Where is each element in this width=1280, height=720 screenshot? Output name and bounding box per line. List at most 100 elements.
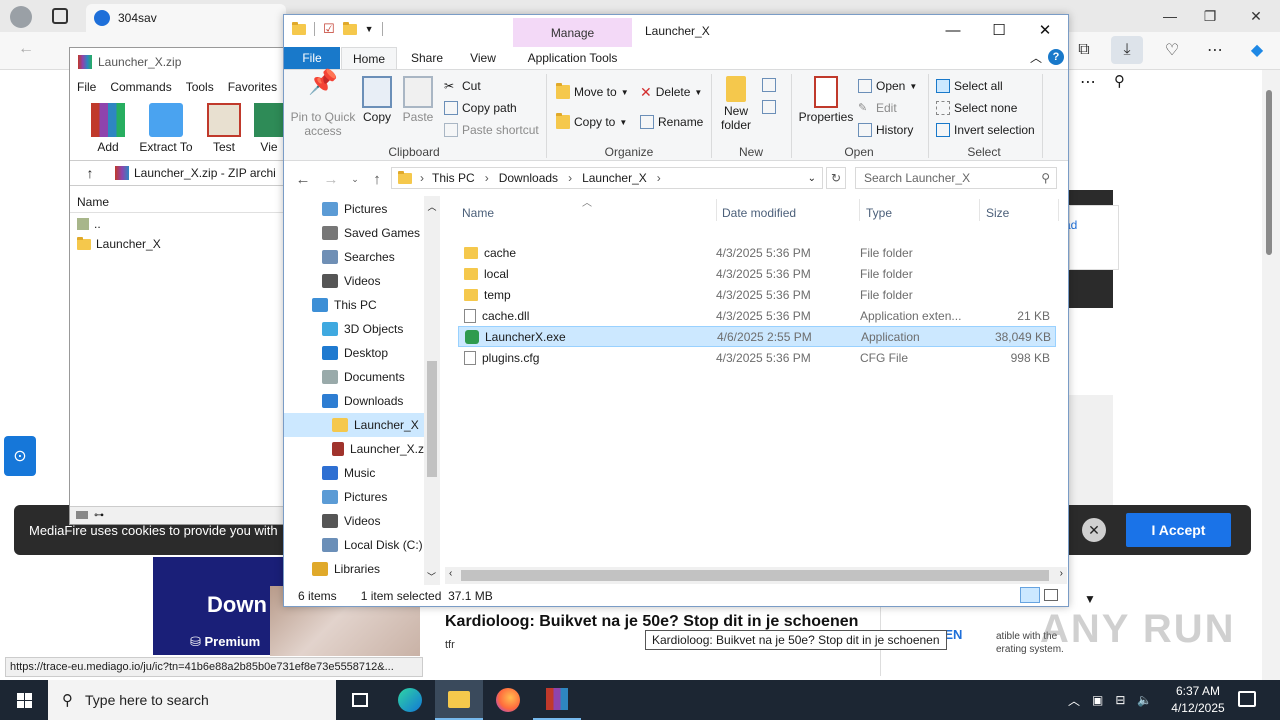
nav-item[interactable]: Launcher_X xyxy=(284,413,424,437)
feedback-button[interactable]: ⊙ xyxy=(4,436,36,476)
back-icon[interactable]: ← xyxy=(18,40,34,58)
address-bar[interactable]: › This PC › Downloads › Launcher_X › ⌄ xyxy=(391,167,823,189)
nav-item[interactable]: Music xyxy=(284,461,424,485)
volume-icon[interactable]: 🔈 xyxy=(1137,693,1152,707)
move-to-button[interactable]: Move to ▼ xyxy=(556,82,629,102)
winrar-menu-file[interactable]: File xyxy=(77,80,96,94)
maximize-button[interactable]: ☐ xyxy=(976,15,1022,45)
downloads-panel-pin-icon[interactable]: ⚲ xyxy=(1114,72,1125,90)
winrar-extract-button[interactable]: Extract To xyxy=(138,103,194,154)
nav-item[interactable]: Desktop xyxy=(284,341,424,365)
table-row[interactable]: temp 4/3/2025 5:36 PM File folder xyxy=(458,284,1056,305)
winrar-add-button[interactable]: Add xyxy=(86,103,130,154)
rename-button[interactable]: Rename xyxy=(640,112,703,132)
pin-to-quick-access-button[interactable]: 📌 Pin to Quick access xyxy=(290,71,356,139)
taskbar-search-input[interactable]: ⚲ Type here to search xyxy=(48,680,336,720)
tab-file[interactable]: File xyxy=(284,47,340,69)
winrar-column-name[interactable]: Name xyxy=(70,191,284,213)
invert-selection-button[interactable]: Invert selection xyxy=(936,120,1035,140)
start-button[interactable] xyxy=(0,680,48,720)
list-item[interactable]: Launcher_X xyxy=(77,234,161,254)
tab-home[interactable]: Home xyxy=(341,47,397,69)
nav-item[interactable]: 3D Objects xyxy=(284,317,424,341)
nav-item[interactable]: Libraries xyxy=(284,557,424,581)
select-none-button[interactable]: Select none xyxy=(936,98,1017,118)
paste-shortcut-button[interactable]: Paste shortcut xyxy=(444,120,539,140)
edit-button[interactable]: ✎ Edit xyxy=(858,98,897,118)
notifications-icon[interactable] xyxy=(1238,691,1256,707)
copilot-icon[interactable]: ◆ xyxy=(1241,36,1273,64)
network-icon[interactable]: ⊟ xyxy=(1115,693,1125,707)
column-header-name[interactable]: Name xyxy=(462,201,712,225)
browser-minimize-button[interactable]: — xyxy=(1150,4,1190,28)
new-folder-button[interactable]: New folder xyxy=(716,76,756,132)
winrar-menu-tools[interactable]: Tools xyxy=(186,80,214,94)
nav-item[interactable]: Videos xyxy=(284,509,424,533)
horizontal-scrollbar-thumb[interactable] xyxy=(461,570,1049,581)
nav-item[interactable]: Saved Games xyxy=(284,221,424,245)
page-scrollbar-thumb[interactable] xyxy=(1266,90,1272,255)
new-folder-icon[interactable] xyxy=(342,21,357,35)
winrar-test-button[interactable]: Test xyxy=(202,103,246,154)
open-button[interactable]: Open ▼ xyxy=(858,76,917,96)
close-button[interactable]: ✕ xyxy=(1022,15,1068,45)
table-row[interactable]: cache.dll 4/3/2025 5:36 PM Application ext… xyxy=(458,305,1056,326)
browser-tab[interactable]: 304sav xyxy=(86,4,286,32)
scroll-left-icon[interactable]: ‹ xyxy=(449,568,452,579)
copy-to-button[interactable]: Copy to ▼ xyxy=(556,112,627,132)
performance-icon[interactable]: ♡ xyxy=(1156,36,1188,64)
properties-check-icon[interactable]: ☑ xyxy=(323,21,335,37)
downloads-icon[interactable]: ⤓ xyxy=(1111,36,1143,64)
winrar-view-button[interactable]: Vie xyxy=(254,103,284,154)
history-button[interactable]: History xyxy=(858,120,913,140)
nav-item[interactable]: Searches xyxy=(284,245,424,269)
back-icon[interactable]: ← xyxy=(294,170,312,188)
qat-dropdown-icon[interactable]: ▼ xyxy=(365,24,374,34)
winrar-address-bar[interactable]: ↑ Launcher_X.zip - ZIP archi xyxy=(70,160,284,186)
network-status-icon[interactable]: ▣ xyxy=(1092,693,1103,707)
extensions-icon[interactable]: ⧉ xyxy=(1068,36,1100,64)
table-row[interactable]: local 4/3/2025 5:36 PM File folder xyxy=(458,263,1056,284)
downloads-panel-more-icon[interactable]: ⋯ xyxy=(1080,72,1096,92)
tab-application-tools[interactable]: Application Tools xyxy=(513,47,632,69)
nav-item[interactable]: Videos xyxy=(284,269,424,293)
up-arrow-icon[interactable]: ↑ xyxy=(70,165,110,181)
navpane-scrollbar-thumb[interactable] xyxy=(427,361,437,477)
paste-button[interactable]: Paste xyxy=(400,76,436,124)
browser-close-button[interactable]: ✕ xyxy=(1236,4,1276,28)
tab-manage[interactable]: Manage xyxy=(513,18,632,47)
cut-button[interactable]: ✂ Cut xyxy=(444,76,481,96)
nav-item[interactable]: Downloads xyxy=(284,389,424,413)
column-header-size[interactable]: Size xyxy=(986,201,1056,225)
tray-overflow-icon[interactable]: ︿ xyxy=(1068,692,1080,709)
tab-share[interactable]: Share xyxy=(402,47,452,69)
column-header-date[interactable]: Date modified xyxy=(722,201,857,225)
delete-button[interactable]: ✕ Delete ▼ xyxy=(640,82,702,102)
winrar-menu-favorites[interactable]: Favorites xyxy=(228,80,277,94)
up-icon[interactable]: ↑ xyxy=(368,170,386,188)
select-all-button[interactable]: Select all xyxy=(936,76,1003,96)
taskbar-clock[interactable]: 6:37 AM 4/12/2025 xyxy=(1166,683,1230,717)
large-icons-view-icon[interactable] xyxy=(1044,589,1058,601)
help-icon[interactable]: ? xyxy=(1048,49,1064,65)
nav-item[interactable]: Local Disk (C:) xyxy=(284,533,424,557)
nav-item[interactable]: Pictures xyxy=(284,197,424,221)
browser-restore-button[interactable]: ❐ xyxy=(1190,4,1230,28)
tab-actions-icon[interactable] xyxy=(52,8,68,24)
taskbar-firefox[interactable] xyxy=(484,680,532,720)
breadcrumb-launcher-x[interactable]: Launcher_X xyxy=(582,171,647,185)
forward-icon[interactable]: → xyxy=(322,170,340,188)
address-dropdown-icon[interactable]: ⌄ xyxy=(808,173,816,184)
properties-button[interactable]: Properties xyxy=(798,76,854,124)
scroll-right-icon[interactable]: › xyxy=(1060,568,1063,579)
taskbar-edge[interactable] xyxy=(386,680,434,720)
winrar-menu-commands[interactable]: Commands xyxy=(110,80,171,94)
copy-path-button[interactable]: Copy path xyxy=(444,98,517,118)
tab-view[interactable]: View xyxy=(458,47,508,69)
nav-item[interactable]: Pictures xyxy=(284,485,424,509)
accept-cookies-button[interactable]: I Accept xyxy=(1126,513,1231,547)
recent-locations-icon[interactable]: ⌄ xyxy=(346,170,364,188)
breadcrumb-this-pc[interactable]: This PC xyxy=(432,171,475,185)
nav-item[interactable]: Launcher_X.z xyxy=(284,437,424,461)
table-row[interactable]: cache 4/3/2025 5:36 PM File folder xyxy=(458,242,1056,263)
